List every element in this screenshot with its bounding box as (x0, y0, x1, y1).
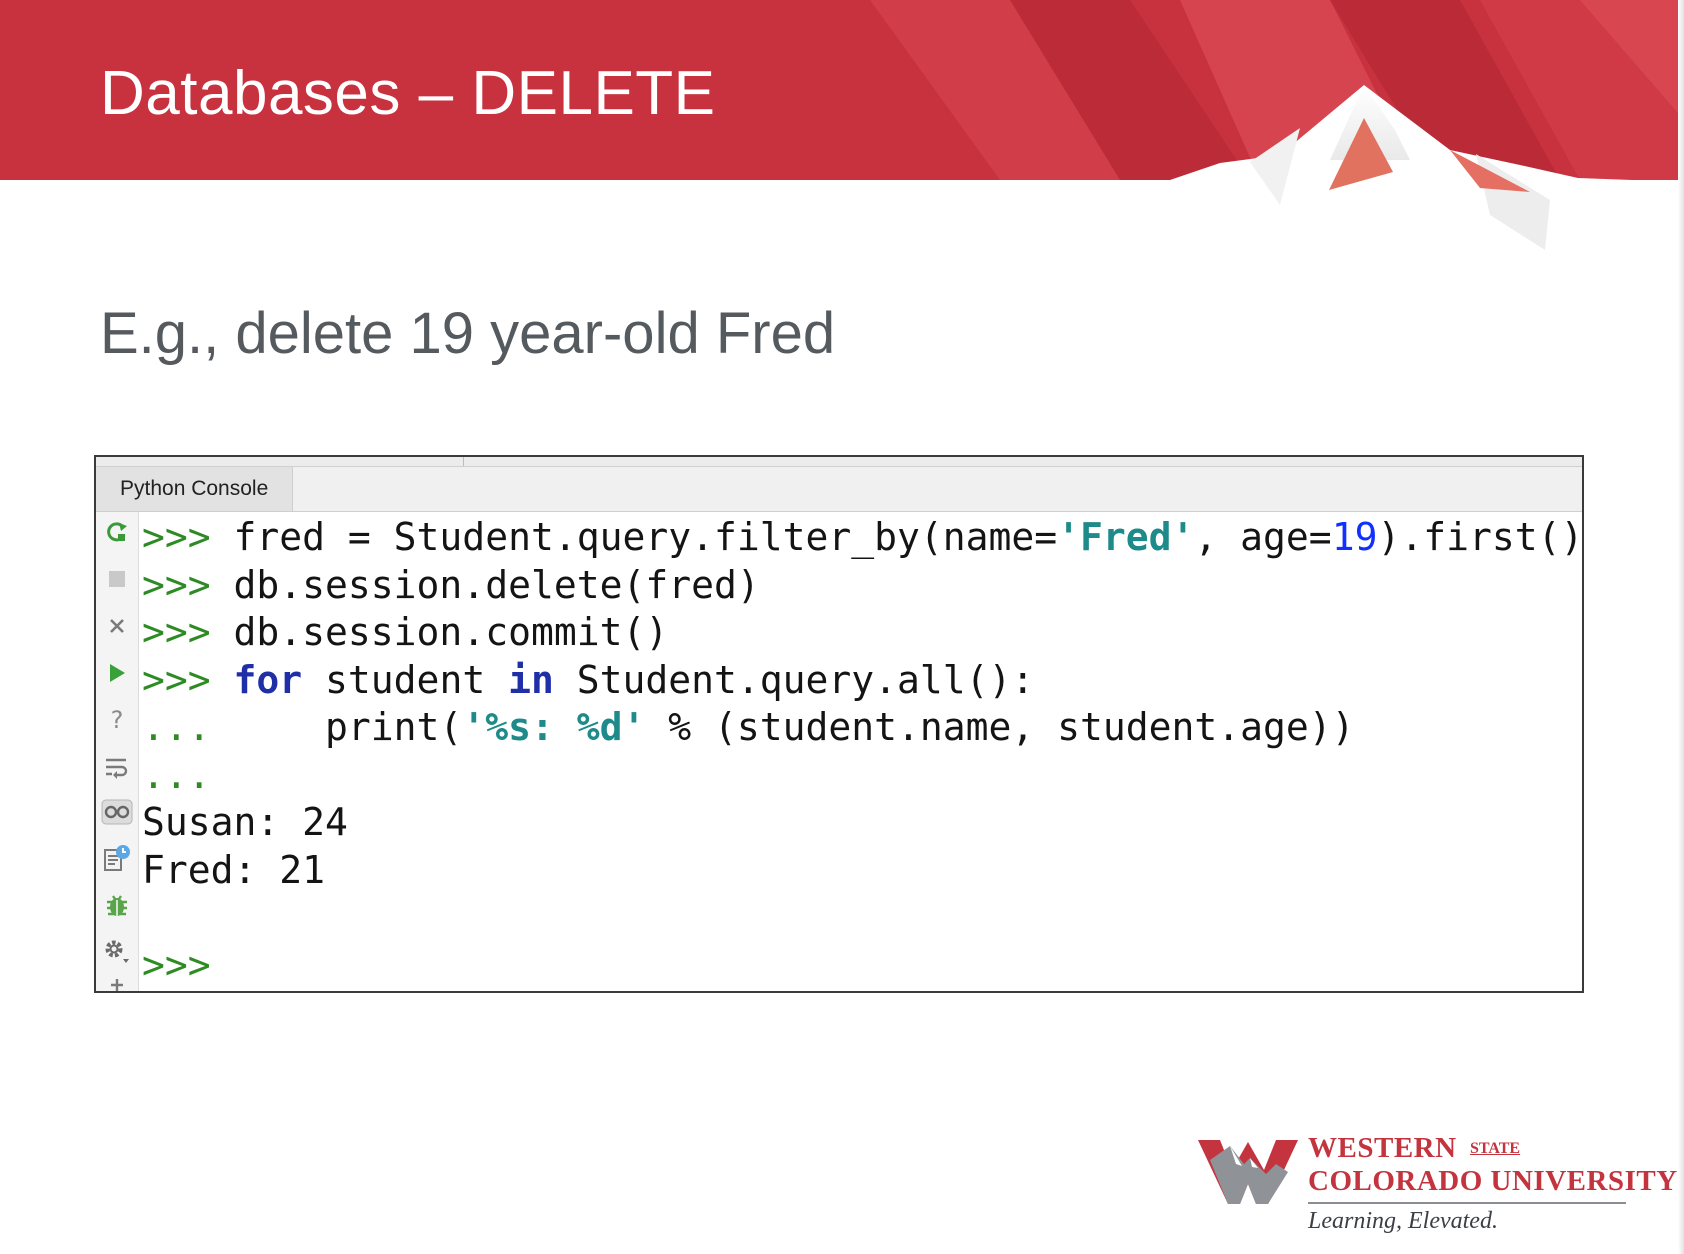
code-token: db.session.commit() (233, 610, 669, 654)
settings-icon[interactable] (96, 931, 138, 971)
code-token: 'Fred' (1057, 515, 1195, 559)
debug-icon[interactable] (96, 885, 138, 925)
code-token: , age= (1194, 515, 1332, 559)
console-prompt: >>> (142, 942, 211, 987)
console-prompt: >>> (142, 610, 211, 654)
code-token: Fred: 21 (142, 847, 326, 892)
rerun-icon[interactable] (96, 512, 138, 552)
console-prompt: >>> (142, 657, 211, 702)
code-token: '%s: %d' (462, 705, 646, 749)
university-logo: WESTERN STATE COLORADO UNIVERSITY Learni… (1198, 1132, 1677, 1242)
console-line: >>> db.session.commit() (142, 609, 668, 656)
console-tab-bar: Python Console (96, 467, 1582, 512)
code-token: fred = Student.query.filter_by(name= (233, 515, 1058, 559)
console-line: Fred: 21 (142, 847, 325, 894)
w-mountain-logo-icon (1198, 1140, 1298, 1204)
console-line: >>> for student in Student.query.all(): (142, 657, 1034, 704)
console-prompt: ... (142, 705, 211, 749)
variables-icon[interactable] (96, 792, 138, 832)
code-token: print( (233, 705, 463, 749)
slide-subtitle: E.g., delete 19 year-old Fred (100, 301, 836, 366)
python-console-panel: Python Console ? >>> fred = Student.quer… (94, 455, 1584, 993)
console-prompt: >>> (142, 562, 211, 607)
code-token: % (student.name, student.age)) (645, 705, 1355, 749)
page-edge-shadow (1678, 0, 1684, 1254)
console-line: ... (142, 752, 211, 799)
console-line: ... print('%s: %d' % (student.name, stud… (142, 704, 1355, 751)
help-icon[interactable]: ? (96, 700, 138, 740)
logo-state-text: STATE (1470, 1140, 1521, 1157)
slide-title: Databases – DELETE (100, 59, 716, 128)
code-token: Susan: 24 (142, 800, 348, 844)
console-prompt: >>> (142, 515, 211, 559)
console-prompt: ... (142, 752, 211, 797)
logo-tagline: Learning, Elevated. (1308, 1208, 1498, 1234)
tab-python-console[interactable]: Python Console (96, 467, 293, 511)
code-token: db.session.delete(fred) (233, 562, 760, 607)
history-icon[interactable] (96, 838, 138, 878)
code-token: ).first() (1377, 515, 1584, 559)
code-token: for (233, 657, 303, 702)
code-token: in (508, 657, 554, 702)
console-line: Susan: 24 (142, 799, 348, 846)
stop-icon[interactable] (96, 559, 138, 599)
run-icon[interactable] (96, 653, 138, 693)
console-top-strip (96, 457, 1582, 467)
code-token: 19 (1331, 515, 1378, 559)
add-icon[interactable] (96, 975, 138, 991)
console-toolbar: ? (96, 512, 139, 991)
logo-western-text: WESTERN (1308, 1132, 1457, 1164)
console-line: >>> db.session.delete(fred) (142, 562, 760, 609)
close-icon[interactable] (96, 606, 138, 646)
console-line: >>> fred = Student.query.filter_by(name=… (142, 514, 1584, 561)
logo-divider (1308, 1202, 1626, 1204)
console-line: >>> (142, 942, 211, 989)
logo-colorado-text: COLORADO UNIVERSITY (1308, 1165, 1678, 1197)
code-token: student (302, 657, 509, 702)
code-token: Student.query.all(): (553, 657, 1035, 702)
soft-wrap-icon[interactable] (96, 747, 138, 787)
